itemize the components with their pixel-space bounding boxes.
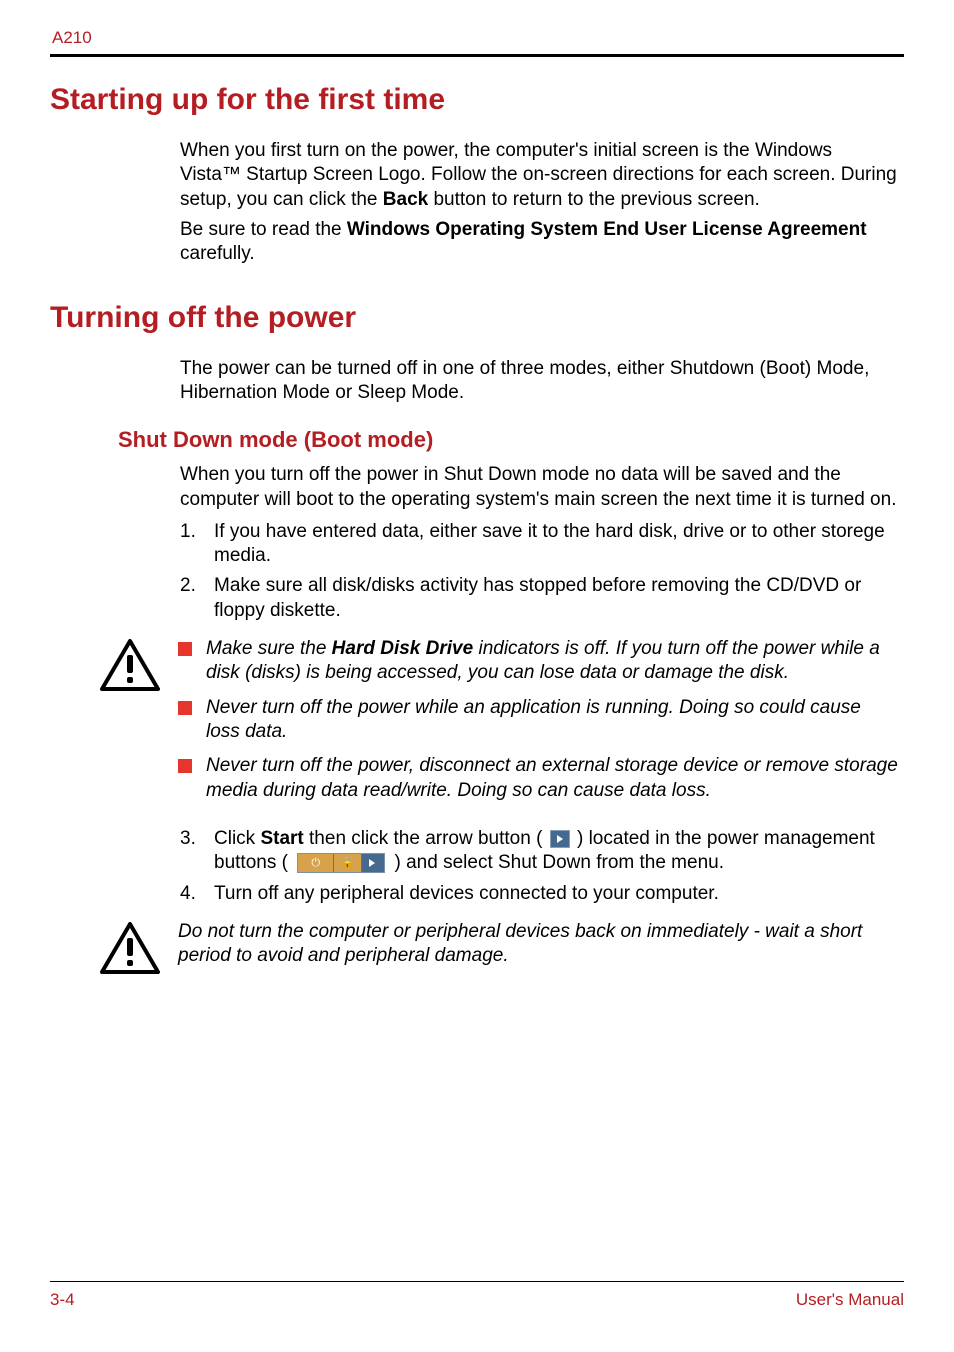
subsection-title: Shut Down mode (Boot mode) — [118, 427, 904, 453]
page-number: 3-4 — [50, 1290, 75, 1310]
header-rule — [50, 54, 904, 57]
caution-text: Never turn off the power, disconnect an … — [206, 754, 898, 803]
list-number: 3. — [180, 827, 214, 876]
eula-label: Windows Operating System End User Licens… — [347, 219, 867, 240]
section1-title: Starting up for the first time — [50, 83, 904, 117]
list-number: 4. — [180, 882, 214, 906]
text: Be sure to read the — [180, 219, 347, 240]
text: Click — [214, 828, 260, 849]
list-text: If you have entered data, either save it… — [214, 520, 898, 569]
running-header: A210 — [52, 28, 904, 48]
text: When you turn off the power in Shut Down… — [180, 463, 898, 512]
caution-text: Make sure the Hard Disk Drive indicators… — [206, 637, 898, 686]
list-number: 2. — [180, 574, 214, 623]
caution-bullet: Never turn off the power, disconnect an … — [178, 754, 898, 803]
hdd-label: Hard Disk Drive — [332, 638, 474, 659]
caution-block: Do not turn the computer or peripheral d… — [100, 920, 898, 979]
footer-rule — [50, 1281, 904, 1282]
caution-text: Never turn off the power while an applic… — [206, 696, 898, 745]
footer-label: User's Manual — [796, 1290, 904, 1310]
list-item: 1. If you have entered data, either save… — [180, 520, 898, 569]
list-text: Turn off any peripheral devices connecte… — [214, 882, 898, 906]
list-text: Make sure all disk/disks activity has st… — [214, 574, 898, 623]
subsection-intro: When you turn off the power in Shut Down… — [180, 463, 898, 512]
section1-body: When you first turn on the power, the co… — [180, 139, 898, 267]
text: Make sure the — [206, 638, 332, 659]
list-item: 4. Turn off any peripheral devices conne… — [180, 882, 898, 906]
section2-title: Turning off the power — [50, 301, 904, 335]
list-item: 2. Make sure all disk/disks activity has… — [180, 574, 898, 623]
power-icon: ⏻ — [298, 854, 334, 872]
caution-bullet: Never turn off the power while an applic… — [178, 696, 898, 745]
caution-icon — [100, 639, 160, 696]
start-label: Start — [260, 828, 303, 849]
text: then click the arrow button ( — [304, 828, 548, 849]
caution-bullet: Make sure the Hard Disk Drive indicators… — [178, 637, 898, 686]
section2-intro: The power can be turned off in one of th… — [180, 357, 898, 406]
page-footer: 3-4 User's Manual — [50, 1281, 904, 1310]
lock-icon: 🔒 — [334, 854, 362, 872]
list-text: Click Start then click the arrow button … — [214, 827, 898, 876]
caution-text: Do not turn the computer or peripheral d… — [178, 920, 898, 969]
list-item: 3. Click Start then click the arrow butt… — [180, 827, 898, 876]
section1-para2: Be sure to read the Windows Operating Sy… — [180, 218, 898, 267]
list-number: 1. — [180, 520, 214, 569]
back-label: Back — [383, 189, 428, 210]
text: The power can be turned off in one of th… — [180, 357, 898, 406]
section1-para1: When you first turn on the power, the co… — [180, 139, 898, 212]
arrow-button-icon — [550, 830, 570, 848]
bullet-icon — [178, 759, 192, 773]
text: carefully. — [180, 243, 255, 264]
power-management-buttons-icon: ⏻🔒 — [297, 853, 385, 873]
caution-icon — [100, 922, 160, 979]
bullet-icon — [178, 701, 192, 715]
menu-arrow-icon — [362, 854, 384, 872]
text: ) and select Shut Down from the menu. — [389, 852, 724, 873]
bullet-icon — [178, 642, 192, 656]
caution-block: Make sure the Hard Disk Drive indicators… — [100, 637, 898, 813]
text: button to return to the previous screen. — [428, 189, 760, 210]
